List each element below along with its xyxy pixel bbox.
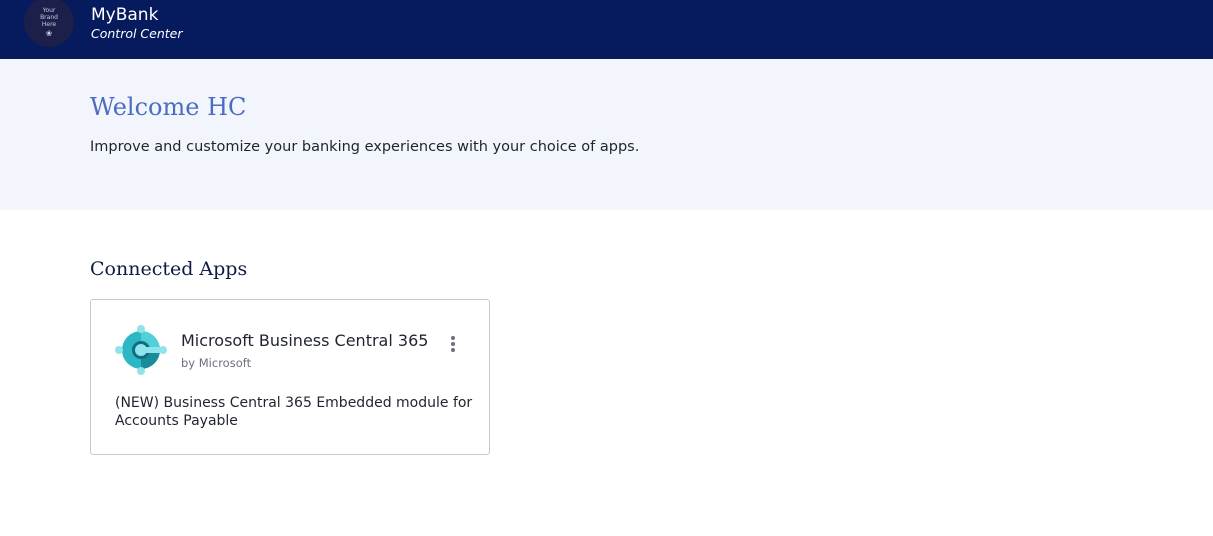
- more-vertical-icon[interactable]: [442, 331, 464, 357]
- brand-mark-icon: ❀: [45, 28, 53, 38]
- app-title: MyBank: [91, 5, 159, 25]
- welcome-banner: Welcome HC Improve and customize your ba…: [0, 59, 1213, 210]
- app-title-group: MyBank Control Center: [91, 5, 183, 42]
- app-name[interactable]: Microsoft Business Central 365: [181, 330, 428, 352]
- top-header-bar: Your Brand Here ❀ MyBank Control Center: [0, 0, 1213, 59]
- app-card-business-central[interactable]: Microsoft Business Central 365 by Micros…: [90, 299, 490, 455]
- business-central-icon: [115, 325, 167, 375]
- app-subtitle: Control Center: [91, 26, 183, 41]
- brand-logo-text: Your Brand Here: [40, 6, 58, 28]
- welcome-text: Improve and customize your banking exper…: [90, 139, 640, 155]
- connected-apps-title: Connected Apps: [90, 258, 248, 280]
- app-vendor: by Microsoft: [181, 356, 252, 370]
- welcome-title: Welcome HC: [90, 93, 247, 121]
- app-description: (NEW) Business Central 365 Embedded modu…: [115, 395, 473, 429]
- brand-logo-icon[interactable]: Your Brand Here ❀: [24, 0, 74, 47]
